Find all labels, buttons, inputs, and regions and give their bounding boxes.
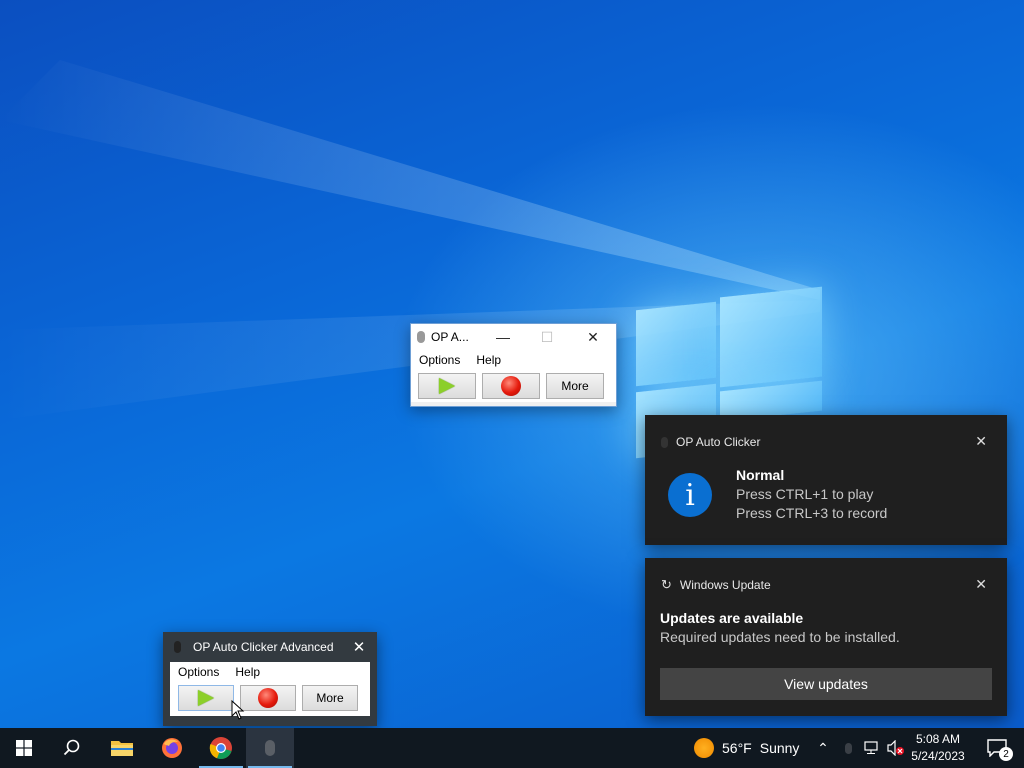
title-bar[interactable]: OP A... — ☐ ✕: [411, 324, 616, 350]
maximize-button[interactable]: ☐: [527, 324, 567, 350]
windows-start-icon: [16, 740, 32, 756]
toast-close-icon[interactable]: ✕: [975, 576, 987, 593]
tray-mouse-icon[interactable]: [840, 728, 856, 768]
weather-widget[interactable]: 56°F Sunny: [694, 728, 799, 768]
menu-help[interactable]: Help: [468, 353, 509, 367]
toast-header: ↻ Windows Update: [661, 577, 771, 593]
toast-title: Normal: [736, 467, 785, 483]
toast-app-name: OP Auto Clicker: [676, 435, 761, 449]
menu-options[interactable]: Options: [170, 665, 227, 679]
menu-help[interactable]: Help: [227, 665, 268, 679]
record-icon: [501, 376, 521, 396]
play-button[interactable]: [178, 685, 234, 711]
window-title: OP A...: [431, 330, 469, 344]
firefox-icon: [162, 738, 182, 758]
toolbar: More: [411, 370, 616, 402]
op-auto-clicker-advanced-window: OP Auto Clicker Advanced ✕ Options Help …: [163, 632, 377, 726]
close-button[interactable]: ✕: [341, 632, 377, 662]
toast-body: Required updates need to be installed.: [660, 629, 900, 645]
play-icon: [439, 378, 455, 394]
sun-icon: [694, 738, 714, 758]
taskbar-file-explorer[interactable]: [98, 728, 146, 768]
title-bar[interactable]: OP Auto Clicker Advanced ✕: [163, 632, 377, 662]
view-updates-button[interactable]: View updates: [660, 668, 992, 700]
minimize-button[interactable]: —: [483, 324, 523, 350]
window-title: OP Auto Clicker Advanced: [193, 640, 334, 654]
mouse-icon: [265, 740, 275, 756]
mouse-icon: [417, 331, 425, 343]
taskbar-chrome[interactable]: [197, 728, 245, 768]
folder-icon: [111, 741, 133, 756]
record-button[interactable]: [482, 373, 540, 399]
mouse-cursor-icon: [231, 700, 245, 720]
menu-bar: Options Help: [411, 350, 616, 370]
menu-bar: Options Help: [170, 662, 370, 682]
toast-header: OP Auto Clicker: [661, 435, 760, 449]
action-center-button[interactable]: 2: [980, 728, 1014, 768]
search-icon: [63, 739, 80, 756]
toast-windows-update[interactable]: ↻ Windows Update ✕ Updates are available…: [645, 558, 1007, 716]
toast-app-name: Windows Update: [679, 578, 771, 592]
record-icon: [258, 688, 278, 708]
window-body: Options Help More: [170, 662, 370, 716]
search-button[interactable]: [48, 728, 96, 768]
mouse-icon: [174, 641, 181, 653]
more-button[interactable]: More: [546, 373, 604, 399]
weather-desc: Sunny: [759, 740, 800, 756]
chrome-icon: [209, 737, 232, 760]
taskbar: 56°F Sunny ⌃ 5:08 AM 5/24/2023 2: [0, 728, 1024, 768]
toast-close-icon[interactable]: ✕: [975, 433, 987, 450]
clock-date: 5/24/2023: [911, 749, 965, 763]
more-button[interactable]: More: [302, 685, 358, 711]
op-auto-clicker-window: OP A... — ☐ ✕ Options Help More: [410, 323, 617, 407]
toast-op-auto-clicker[interactable]: OP Auto Clicker ✕ i Normal Press CTRL+1 …: [645, 415, 1007, 545]
play-button[interactable]: [418, 373, 476, 399]
mouse-icon: [661, 436, 668, 448]
close-button[interactable]: ✕: [573, 324, 613, 350]
clock[interactable]: 5:08 AM 5/24/2023: [906, 731, 970, 765]
notification-count-badge: 2: [999, 747, 1013, 761]
info-icon: i: [668, 473, 712, 517]
toolbar: More: [170, 682, 370, 716]
weather-temp: 56°F: [722, 740, 752, 756]
network-icon[interactable]: [862, 728, 882, 768]
start-button[interactable]: [0, 728, 48, 768]
desktop: OP A... — ☐ ✕ Options Help More OP Auto …: [0, 0, 1024, 728]
toast-line-1: Press CTRL+1 to play: [736, 486, 874, 502]
menu-options[interactable]: Options: [411, 353, 468, 367]
update-icon: ↻: [661, 577, 672, 592]
taskbar-op-auto-clicker[interactable]: [246, 728, 294, 768]
play-icon: [198, 690, 214, 706]
clock-time: 5:08 AM: [915, 732, 961, 746]
record-button[interactable]: [240, 685, 296, 711]
toast-line-2: Press CTRL+3 to record: [736, 505, 888, 521]
toast-title: Updates are available: [660, 610, 804, 626]
volume-muted-icon[interactable]: [886, 728, 906, 768]
taskbar-firefox[interactable]: [148, 728, 196, 768]
show-hidden-icons-button[interactable]: ⌃: [814, 728, 832, 768]
